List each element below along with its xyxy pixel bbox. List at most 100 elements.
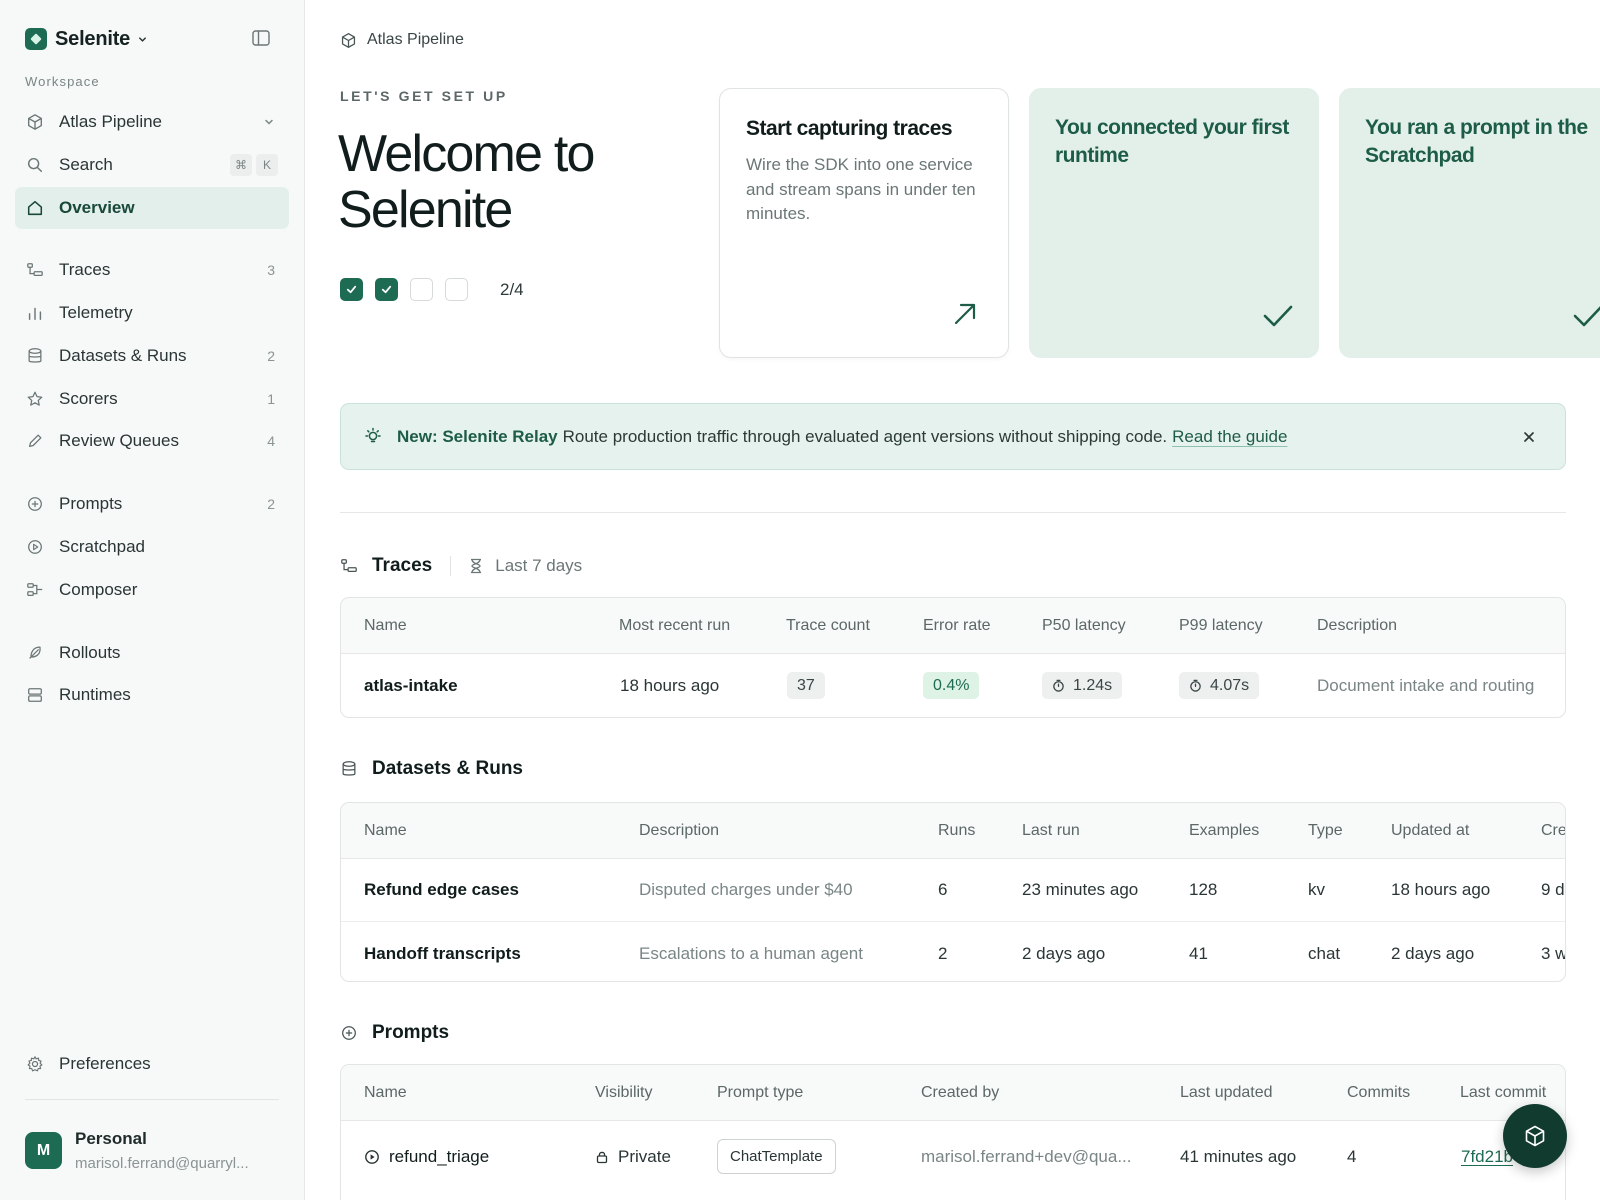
project-selector[interactable]: Atlas Pipeline: [15, 101, 289, 143]
sidebar-item-datasets[interactable]: Datasets & Runs 2: [15, 335, 289, 377]
server-icon: [28, 688, 42, 702]
workspace-switcher[interactable]: Selenite: [25, 27, 148, 51]
bar-chart-icon: [28, 307, 42, 321]
divider: [450, 556, 452, 576]
read-guide-link[interactable]: Read the guide: [1172, 427, 1287, 447]
column-header[interactable]: Commits: [1347, 1065, 1410, 1120]
gear-icon: [27, 1056, 43, 1072]
latency-value: 4.07s: [1210, 676, 1250, 694]
sidebar-item-prompts[interactable]: Prompts 2: [15, 483, 289, 525]
prompt-last-updated: 41 minutes ago: [1180, 1146, 1297, 1166]
table-row[interactable]: Handoff transcripts Escalations to a hum…: [341, 922, 1565, 981]
sidebar: Selenite Workspace Atlas Pipeline Search…: [0, 0, 305, 1200]
dataset-last-run: 2 days ago: [1022, 943, 1106, 963]
card-ran-prompt[interactable]: You ran a prompt in the Scratchpad: [1339, 88, 1600, 358]
composer-icon: [27, 583, 43, 597]
sidebar-item-scorers[interactable]: Scorers 1: [15, 378, 289, 420]
column-header[interactable]: Runs: [938, 803, 975, 858]
dataset-runs: 2: [938, 943, 948, 963]
sidebar-toggle-icon[interactable]: [252, 30, 270, 46]
trace-name[interactable]: atlas-intake: [364, 654, 458, 717]
banner-title: New: Selenite Relay: [397, 426, 558, 446]
selenite-logo-icon: [25, 28, 47, 50]
table-row[interactable]: refund_triage Private ChatTemplate maris…: [341, 1121, 1565, 1192]
sidebar-item-rollouts[interactable]: Rollouts: [15, 632, 289, 674]
visibility-label: Private: [618, 1146, 671, 1166]
dataset-description: Disputed charges under $40: [639, 880, 853, 899]
cube-icon: [28, 114, 42, 130]
trace-p99: 4.07s: [1179, 654, 1260, 717]
search-button[interactable]: Search ⌘ K: [15, 144, 289, 186]
column-header[interactable]: Examples: [1189, 803, 1259, 858]
kbd-cmd: ⌘: [230, 154, 252, 176]
column-header[interactable]: Name: [364, 803, 407, 858]
column-header[interactable]: Error rate: [923, 598, 991, 653]
avatar[interactable]: M: [25, 1132, 62, 1169]
column-header[interactable]: Updated at: [1391, 803, 1469, 858]
column-header[interactable]: Created by: [921, 1065, 999, 1120]
announcement-banner: New: Selenite Relay Route production tra…: [340, 403, 1566, 470]
lightbulb-icon: [365, 427, 381, 442]
column-header[interactable]: Last run: [1022, 803, 1080, 858]
column-header[interactable]: Name: [364, 1065, 407, 1120]
check-icon: [346, 285, 357, 294]
assistant-fab[interactable]: [1503, 1104, 1567, 1168]
column-header[interactable]: Name: [364, 598, 407, 653]
sidebar-item-traces[interactable]: Traces 3: [15, 249, 289, 291]
sidebar-item-runtimes[interactable]: Runtimes: [15, 674, 289, 716]
error-rate-badge: 0.4%: [923, 672, 980, 699]
traces-icon: [341, 559, 357, 573]
sidebar-item-label: Overview: [59, 198, 135, 217]
breadcrumb[interactable]: Atlas Pipeline: [340, 30, 464, 50]
sidebar-item-scratchpad[interactable]: Scratchpad: [15, 526, 289, 568]
dataset-name[interactable]: Handoff transcripts: [364, 922, 521, 981]
column-header[interactable]: Visibility: [595, 1065, 653, 1120]
column-header[interactable]: Trace count: [786, 598, 870, 653]
column-header[interactable]: Last updated: [1180, 1065, 1273, 1120]
sidebar-item-telemetry[interactable]: Telemetry: [15, 292, 289, 334]
dataset-name[interactable]: Refund edge cases: [364, 859, 519, 921]
setup-progress: 2/4: [340, 278, 524, 301]
sidebar-item-overview[interactable]: Overview: [15, 187, 289, 229]
table-row[interactable]: atlas-intake 18 hours ago 37 0.4% 1.24s …: [341, 654, 1565, 717]
card-title: Start capturing traces: [746, 117, 953, 140]
setup-eyebrow: LET'S GET SET UP: [340, 88, 508, 104]
dataset-created: 9 d: [1541, 880, 1565, 899]
column-header[interactable]: Description: [639, 803, 719, 858]
card-connected-runtime[interactable]: You connected your first runtime: [1029, 88, 1319, 358]
card-start-capturing-traces[interactable]: Start capturing traces Wire the SDK into…: [719, 88, 1009, 358]
sidebar-item-label: Prompts: [59, 494, 123, 513]
section-title[interactable]: Prompts: [372, 1022, 449, 1044]
breadcrumb-label: Atlas Pipeline: [367, 31, 464, 48]
sidebar-item-preferences[interactable]: Preferences: [15, 1043, 289, 1085]
datasets-table: Name Description Runs Last run Examples …: [340, 802, 1566, 982]
column-header[interactable]: Type: [1308, 803, 1343, 858]
time-range-selector[interactable]: Last 7 days: [469, 556, 582, 576]
section-title[interactable]: Datasets & Runs: [372, 758, 523, 780]
close-icon[interactable]: [1521, 429, 1537, 445]
column-header[interactable]: Description: [1317, 598, 1397, 653]
prompt-name[interactable]: refund_triage: [364, 1121, 489, 1192]
sidebar-item-label: Datasets & Runs: [59, 346, 187, 365]
column-header[interactable]: P99 latency: [1179, 598, 1263, 653]
column-header[interactable]: Cre: [1541, 803, 1565, 858]
sidebar-item-composer[interactable]: Composer: [15, 569, 289, 611]
table-row[interactable]: Refund edge cases Disputed charges under…: [341, 859, 1565, 922]
datasets-section-header: Datasets & Runs: [340, 756, 523, 782]
column-header[interactable]: P50 latency: [1042, 598, 1126, 653]
sidebar-item-label: Preferences: [59, 1054, 151, 1073]
dataset-description: Escalations to a human agent: [639, 943, 863, 963]
section-title[interactable]: Traces: [372, 555, 432, 577]
column-header[interactable]: Most recent run: [619, 598, 730, 653]
dataset-updated: 2 days ago: [1391, 943, 1475, 963]
column-header[interactable]: Prompt type: [717, 1065, 803, 1120]
app-name: Selenite: [55, 27, 131, 50]
time-range-label: Last 7 days: [495, 556, 583, 575]
sidebar-item-review-queues[interactable]: Review Queues 4: [15, 420, 289, 462]
trace-error-rate: 0.4%: [923, 654, 980, 717]
lock-icon: [596, 1151, 608, 1163]
setup-step-checkbox: [375, 278, 398, 301]
hourglass-icon: [471, 558, 482, 574]
dataset-runs: 6: [938, 880, 948, 899]
search-icon: [27, 157, 43, 173]
